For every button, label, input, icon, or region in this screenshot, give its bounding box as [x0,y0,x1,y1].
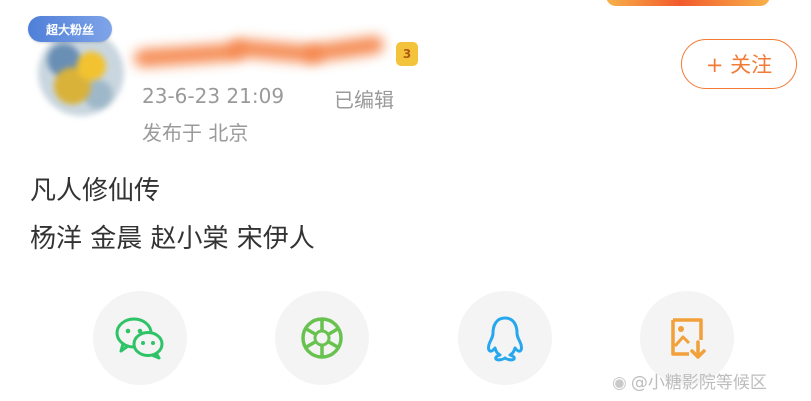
post-location: 发布于 北京 [142,121,249,145]
post-cast-line: 杨洋 金晨 赵小棠 宋伊人 [30,224,315,254]
qq-icon [487,316,523,362]
avatar[interactable] [38,30,124,116]
top-decoration [606,0,770,6]
share-wechat-button[interactable] [93,291,187,385]
post-title-line: 凡人修仙传 [30,176,161,206]
post-timestamp: 23-6-23 21:09 [142,84,285,108]
wechat-icon [115,317,164,360]
watermark: ◉ @小糖影院等候区 [612,368,767,393]
username-blurred[interactable] [130,34,388,70]
share-moments-button[interactable] [275,291,369,385]
moments-icon [301,317,343,359]
save-image-icon [671,318,706,359]
weibo-logo-icon: ◉ [612,373,627,393]
watermark-text: @小糖影院等候区 [630,373,767,393]
fan-badge-label: 超大粉丝 [45,22,94,37]
level-label: 3 [402,47,412,61]
share-qq-button[interactable] [458,291,552,385]
follow-button[interactable]: + 关注 [681,39,797,89]
fan-badge: 超大粉丝 [28,16,112,42]
level-icon: 3 [396,42,418,66]
follow-button-label: + 关注 [705,53,773,77]
edited-label: 已编辑 [334,88,394,112]
